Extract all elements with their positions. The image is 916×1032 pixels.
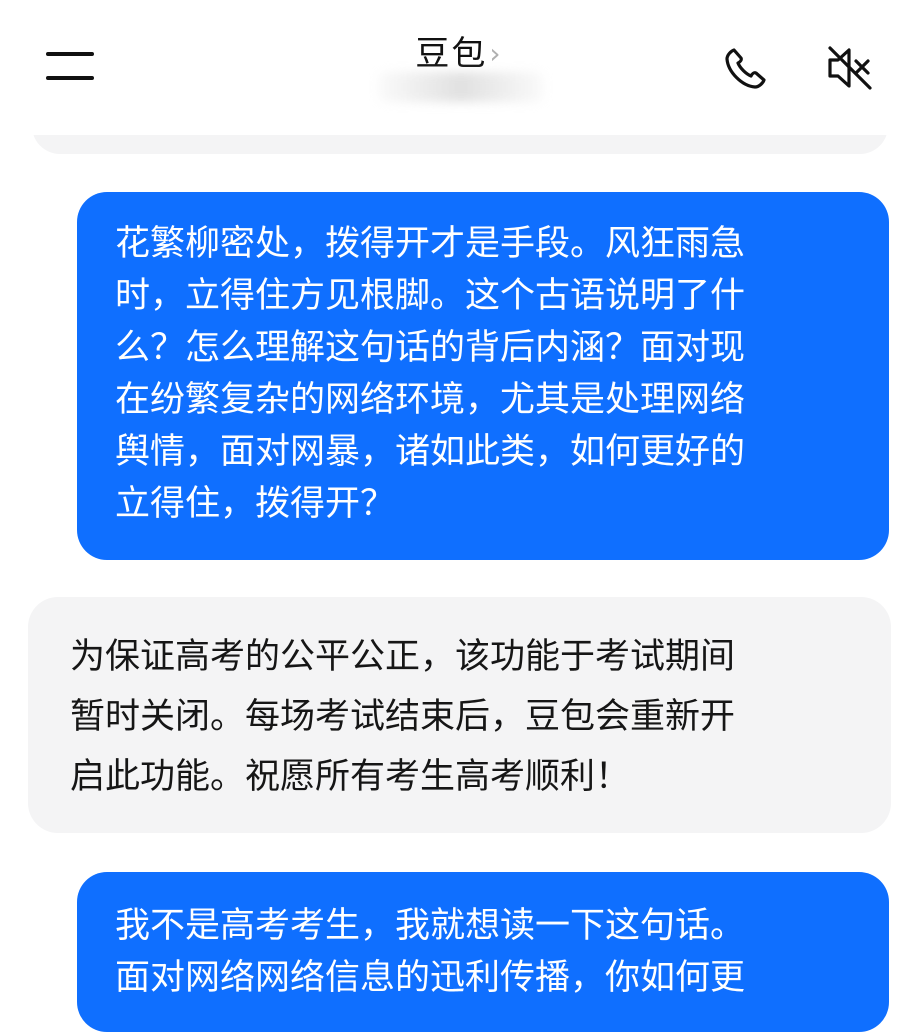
chat-title-area[interactable]: 豆包› — [0, 26, 916, 75]
user-message-bubble[interactable]: 花繁柳密处，拨得开才是手段。风狂雨急 时，立得住方见根脚。这个古语说明了什 么？… — [77, 192, 889, 560]
speaker-muted-icon[interactable] — [824, 42, 876, 94]
phone-icon[interactable] — [720, 42, 772, 94]
chat-title[interactable]: 豆包 — [415, 34, 487, 74]
blurred-subtitle — [378, 72, 544, 102]
chevron-right-icon: › — [489, 37, 501, 70]
chat-header: 豆包› — [0, 0, 916, 135]
user-message-bubble[interactable]: 我不是高考考生，我就想读一下这句话。 面对网络网络信息的迅利传播，你如何更 — [77, 872, 889, 1032]
assistant-message-bubble[interactable]: 为保证高考的公平公正，该功能于考试期间 暂时关闭。每场考试结束后，豆包会重新开 … — [28, 597, 891, 833]
